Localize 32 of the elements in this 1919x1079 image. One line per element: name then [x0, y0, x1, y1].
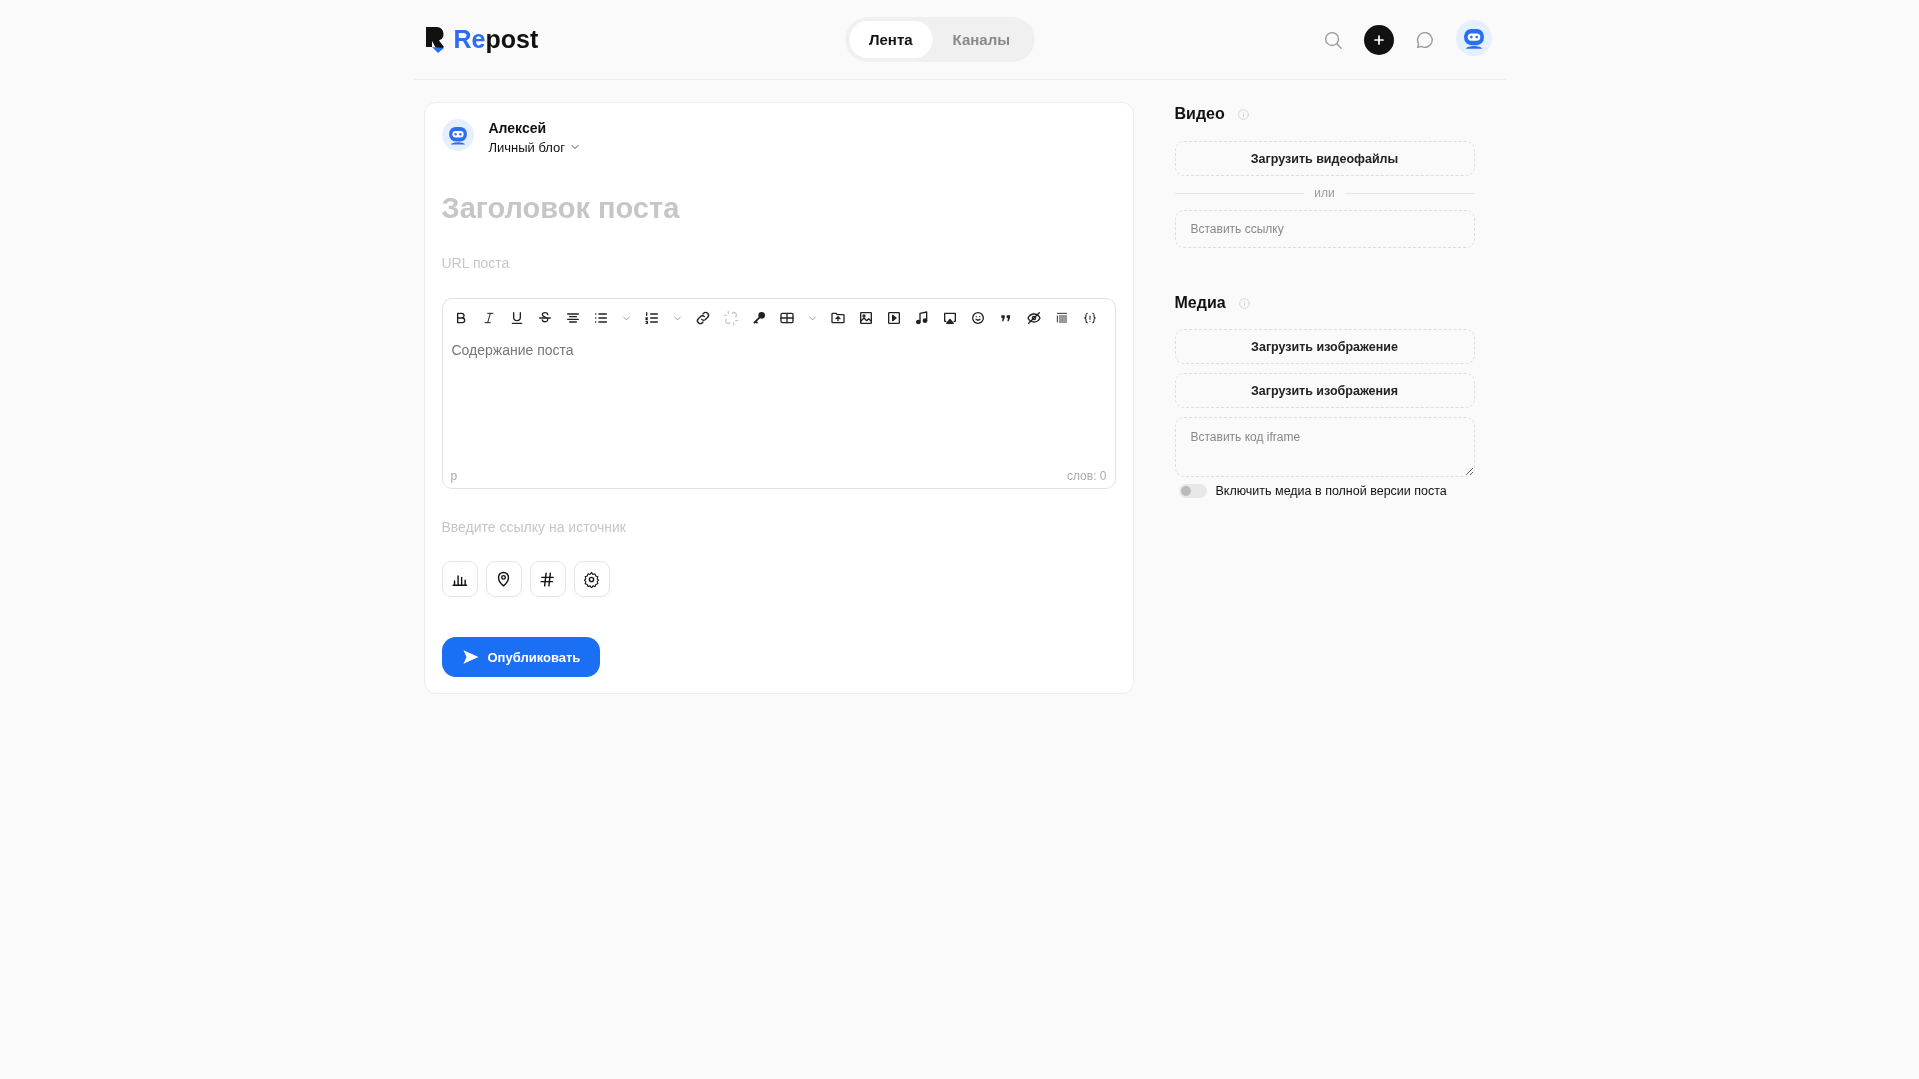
nav-tab[interactable]: Лента [849, 21, 933, 58]
link-field[interactable]: Вставить ссылку [1174, 210, 1475, 248]
upload-button[interactable]: Загрузить видеофайлы [1174, 141, 1475, 176]
element-path: p [450, 469, 458, 483]
hashtag-button[interactable] [529, 561, 566, 597]
location-pin-button[interactable] [485, 561, 522, 597]
section-title: Видео [1174, 105, 1225, 123]
url-field[interactable]: URL поста [441, 255, 1116, 271]
title-field[interactable]: Заголовок поста [441, 192, 1116, 225]
upload-button[interactable]: Загрузить изображения [1174, 373, 1475, 408]
toggle-label: Включить медиа в полной версии поста [1215, 484, 1447, 498]
bar-chart-button[interactable] [441, 561, 478, 597]
divider-label: или [1314, 186, 1335, 200]
gear-button[interactable] [573, 561, 610, 597]
add-button[interactable] [1363, 24, 1394, 55]
blog-dropdown[interactable]: Личный блог [488, 139, 582, 155]
location-pin-icon [495, 570, 512, 588]
iframe-field[interactable]: Вставить код iframe [1174, 417, 1475, 477]
publish-button[interactable]: Опубликовать [441, 637, 601, 677]
info-icon [1236, 107, 1250, 121]
gear-icon [583, 570, 600, 588]
toggle-switch[interactable] [1178, 484, 1207, 498]
send-icon [461, 648, 480, 666]
hashtag-icon [539, 570, 556, 588]
upload-button[interactable]: Загрузить изображение [1174, 329, 1475, 364]
source-field[interactable]: Введите ссылку на источник [441, 519, 1116, 535]
author-name: Алексей [488, 119, 548, 136]
content-field[interactable]: Содержание поста [442, 334, 1115, 465]
logo-text[interactable]: Repost [453, 25, 539, 54]
section-title: Медиа [1174, 294, 1226, 312]
word-count: слов: 0 [1066, 469, 1107, 483]
info-icon [1237, 296, 1251, 310]
